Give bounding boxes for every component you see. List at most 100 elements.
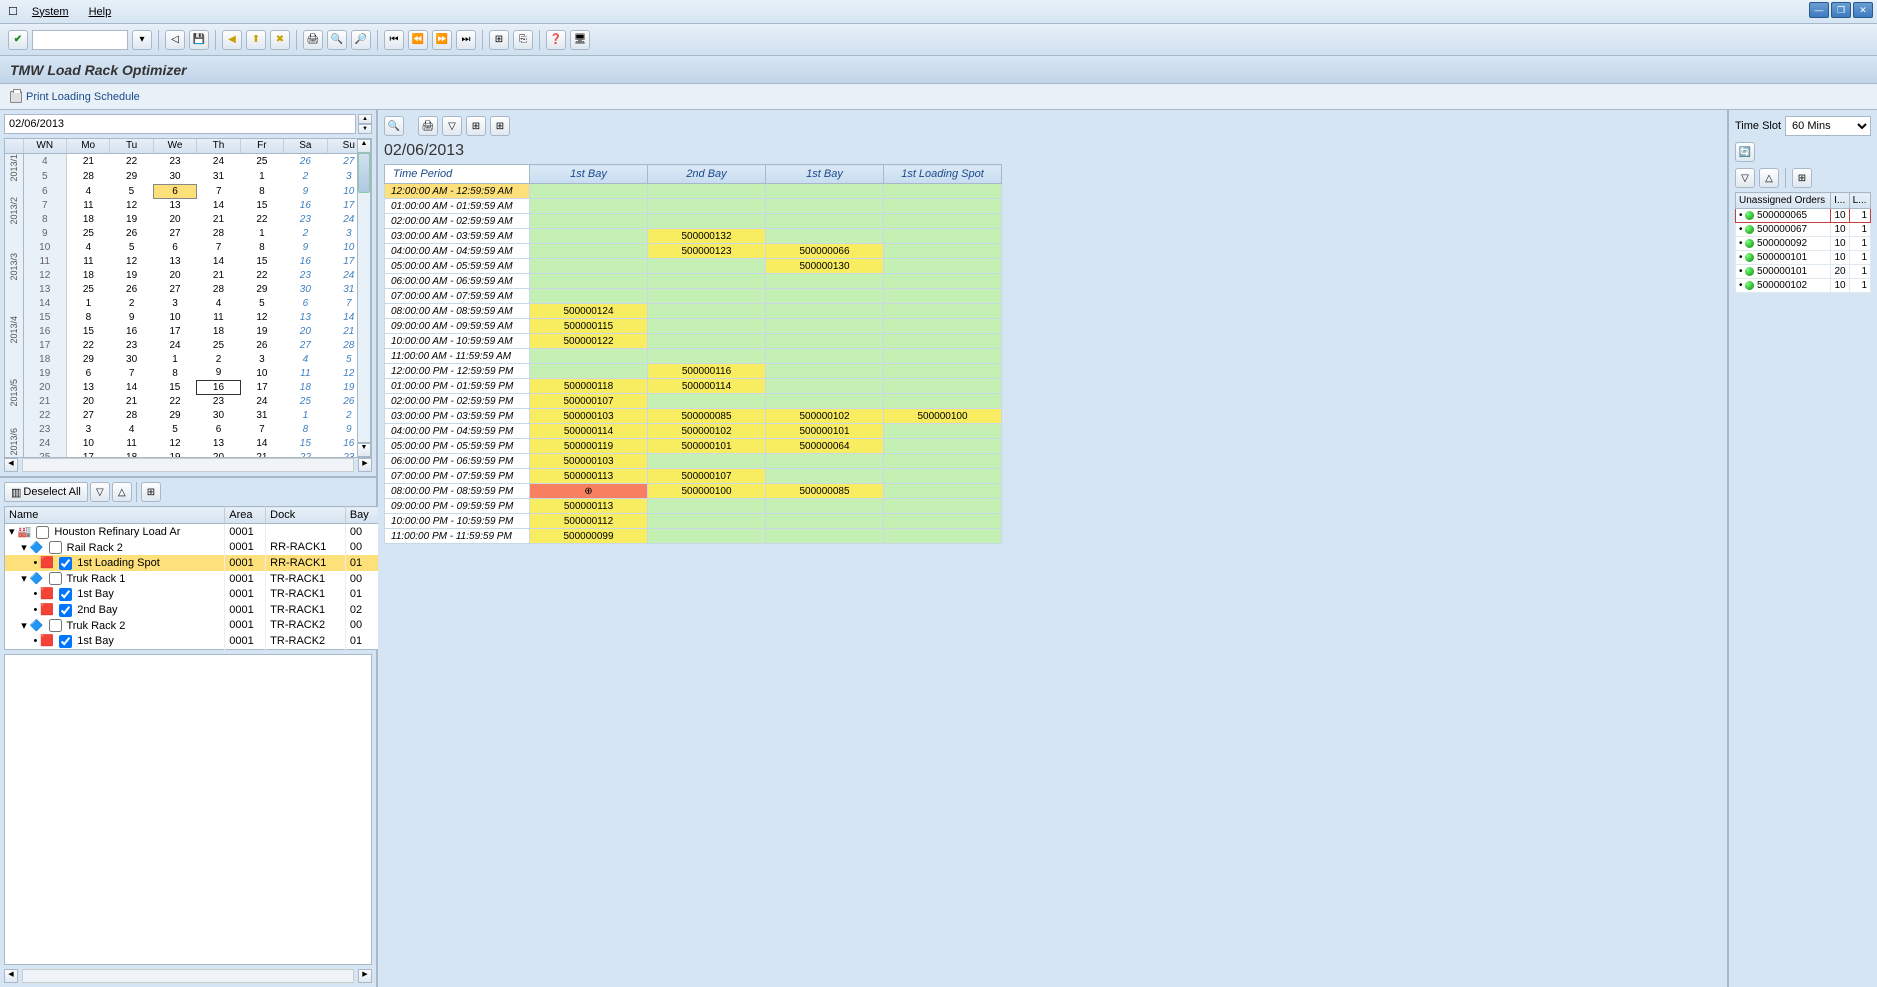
orders-layout-icon[interactable]: ⊞ [1792,168,1812,188]
calendar-day[interactable]: 11 [284,366,327,380]
calendar-day[interactable]: 17 [66,450,109,458]
expand-icon[interactable]: ▾ [21,542,27,554]
deselect-all-button[interactable]: ▥ Deselect All [4,482,88,502]
calendar-day[interactable]: 26 [110,282,153,296]
calendar-day[interactable]: 25 [197,338,240,352]
schedule-cell[interactable] [884,259,1002,274]
schedule-cell[interactable] [766,184,884,199]
expand-icon[interactable]: ▾ [9,526,15,538]
schedule-row[interactable]: 05:00:00 PM - 05:59:59 PM500000119500000… [385,439,1002,454]
calendar-day[interactable]: 20 [153,268,196,282]
schedule-row[interactable]: 01:00:00 PM - 01:59:59 PM500000118500000… [385,379,1002,394]
schedule-row[interactable]: 09:00:00 PM - 09:59:59 PM500000113 [385,499,1002,514]
schedule-row[interactable]: 08:00:00 PM - 08:59:59 PM⊕50000010050000… [385,484,1002,499]
order-row[interactable]: • 500000065101 [1736,209,1871,223]
schedule-cell[interactable]: 500000113 [530,499,648,514]
calendar-day[interactable]: 6 [66,366,109,380]
schedule-cell[interactable] [530,349,648,364]
calendar-day[interactable]: 2 [284,226,327,240]
schedule-cell[interactable] [648,214,766,229]
sched-print-icon[interactable]: 🖨 [418,116,438,136]
calendar[interactable]: WNMoTuWeThFrSaSu2013/1421222324252627528… [4,138,372,458]
calendar-day[interactable]: 13 [197,436,240,450]
calendar-day[interactable]: 4 [197,296,240,310]
schedule-cell[interactable]: 500000085 [648,409,766,424]
schedule-cell[interactable]: 500000124 [530,304,648,319]
calendar-day[interactable]: 20 [284,324,327,338]
enter-button[interactable]: ✔ [8,30,28,50]
schedule-cell[interactable]: 500000114 [648,379,766,394]
calendar-day[interactable]: 27 [153,226,196,240]
calendar-day[interactable]: 16 [284,198,327,212]
calendar-day[interactable]: 25 [66,282,109,296]
calendar-day[interactable]: 1 [240,169,283,185]
schedule-row[interactable]: 12:00:00 PM - 12:59:59 PM500000116 [385,364,1002,379]
calendar-day[interactable]: 4 [66,184,109,198]
node-checkbox[interactable] [59,604,72,617]
order-row[interactable]: • 500000101201 [1736,265,1871,279]
calendar-day[interactable]: 8 [240,240,283,254]
calendar-day[interactable]: 19 [110,212,153,226]
schedule-cell[interactable] [884,379,1002,394]
calendar-day[interactable]: 5 [110,240,153,254]
schedule-cell[interactable] [766,469,884,484]
calendar-day[interactable]: 25 [240,153,283,169]
schedule-row[interactable]: 10:00:00 AM - 10:59:59 AM500000122 [385,334,1002,349]
schedule-row[interactable]: 06:00:00 AM - 06:59:59 AM [385,274,1002,289]
calendar-day[interactable]: 24 [197,153,240,169]
schedule-cell[interactable]: 500000107 [648,469,766,484]
calendar-day[interactable]: 16 [284,254,327,268]
expand-icon[interactable]: • [33,557,37,569]
orders-filter-down-icon[interactable]: ▽ [1735,168,1755,188]
dropdown-button[interactable]: ▾ [132,30,152,50]
calendar-day[interactable]: 15 [153,380,196,394]
schedule-cell[interactable]: 500000100 [884,409,1002,424]
schedule-cell[interactable]: 500000114 [530,424,648,439]
cal-hscroll-right[interactable]: ▶ [358,458,372,472]
expand-icon[interactable]: • [33,635,37,647]
schedule-cell[interactable] [648,199,766,214]
calendar-day[interactable]: 22 [240,212,283,226]
calendar-day[interactable]: 12 [110,198,153,212]
schedule-cell[interactable] [530,364,648,379]
sched-details-icon[interactable]: 🔍 [384,116,404,136]
calendar-day[interactable]: 28 [197,226,240,240]
calendar-day[interactable]: 11 [197,310,240,324]
calendar-day[interactable]: 7 [240,422,283,436]
date-down-button[interactable]: ▼ [358,124,372,134]
schedule-cell[interactable]: 500000099 [530,529,648,544]
schedule-cell[interactable] [884,229,1002,244]
calendar-day[interactable]: 29 [66,352,109,366]
calendar-day[interactable]: 8 [66,310,109,324]
schedule-cell[interactable] [766,364,884,379]
tree-row[interactable]: ▾ 🔷 Rail Rack 20001RR-RACK100 [5,540,380,556]
date-input[interactable] [4,114,356,134]
calendar-day[interactable]: 8 [284,422,327,436]
rack-tree[interactable]: NameAreaDockBay ▾ 🏭 Houston Refinary Loa… [4,506,380,650]
schedule-cell[interactable] [884,439,1002,454]
schedule-cell[interactable] [766,529,884,544]
calendar-day[interactable]: 23 [284,268,327,282]
tree-row[interactable]: • 🟥 1st Bay0001TR-RACK201 [5,633,380,649]
calendar-day[interactable]: 9 [284,184,327,198]
node-checkbox[interactable] [59,557,72,570]
tree-row[interactable]: ▾ 🏭 Houston Refinary Load Ar000100 [5,524,380,540]
calendar-day[interactable]: 1 [153,352,196,366]
calendar-day[interactable]: 16 [110,324,153,338]
sched-filter-icon[interactable]: ▽ [442,116,462,136]
schedule-cell[interactable] [648,499,766,514]
schedule-cell[interactable] [766,514,884,529]
scroll-up-icon[interactable]: ▲ [357,139,371,153]
schedule-row[interactable]: 09:00:00 AM - 09:59:59 AM500000115 [385,319,1002,334]
schedule-cell[interactable] [884,214,1002,229]
schedule-cell[interactable] [884,349,1002,364]
calendar-day[interactable]: 13 [153,254,196,268]
calendar-day[interactable]: 27 [153,282,196,296]
calendar-day[interactable]: 25 [284,394,327,408]
order-row[interactable]: • 500000101101 [1736,251,1871,265]
schedule-cell[interactable] [530,259,648,274]
unassigned-orders-table[interactable]: Unassigned OrdersI...L... • 500000065101… [1735,192,1871,293]
calendar-day[interactable]: 15 [284,436,327,450]
customize-icon[interactable]: 🖥 [570,30,590,50]
schedule-cell[interactable]: 500000066 [766,244,884,259]
